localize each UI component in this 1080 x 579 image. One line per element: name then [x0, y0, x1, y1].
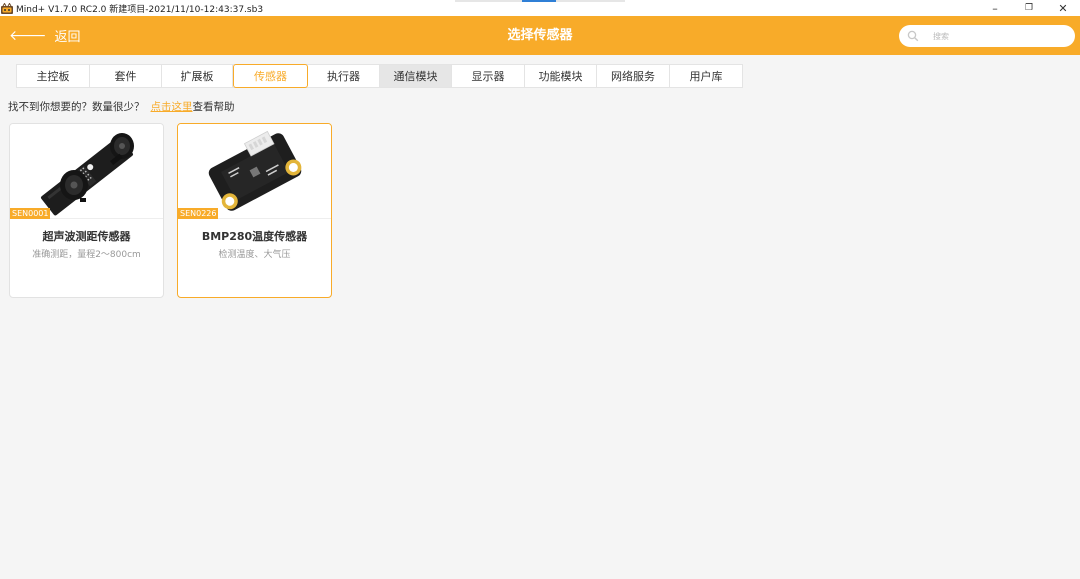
category-tabs: 主控板 套件 扩展板 传感器 执行器 通信模块 显示器 功能模块 网络服务 用户… [16, 64, 743, 88]
tab-communication[interactable]: 通信模块 [380, 65, 452, 87]
sensor-card-sen0226[interactable]: SEN0226 BMP280温度传感器 检测温度、大气压 [177, 123, 332, 298]
tab-actuators[interactable]: 执行器 [308, 65, 380, 87]
tab-kits[interactable]: 套件 [90, 65, 162, 87]
tab-main-board[interactable]: 主控板 [17, 65, 90, 87]
help-text: 找不到你想要的？数量很少？ [8, 101, 145, 113]
product-code-badge: SEN0226 [178, 208, 219, 219]
card-title: 超声波测距传感器 [42, 230, 131, 243]
ultrasonic-sensor-image [41, 133, 134, 216]
search-box[interactable] [899, 25, 1075, 47]
card-description: 准确测距，量程2～800cm [32, 250, 141, 260]
restore-button[interactable]: ❐ [1012, 0, 1046, 16]
minimize-button[interactable]: – [978, 0, 1012, 16]
product-code-badge: SEN0001 [10, 208, 51, 219]
close-button[interactable]: ✕ [1046, 0, 1080, 16]
bmp280-sensor-image [208, 130, 302, 211]
help-link[interactable]: 点击这里 [151, 101, 193, 113]
tab-displays[interactable]: 显示器 [452, 65, 525, 87]
top-progress-bar [455, 0, 625, 2]
back-label: 返回 [54, 30, 81, 45]
tab-user-library[interactable]: 用户库 [670, 65, 742, 87]
tab-sensors[interactable]: 传感器 [233, 64, 308, 88]
product-image-ultrasonic [10, 124, 163, 219]
card-description: 检测温度、大气压 [218, 250, 291, 260]
app-header: 🡐 返回 选择传感器 [0, 16, 1080, 55]
help-line: 找不到你想要的？数量很少？ 点击这里查看帮助 [8, 99, 235, 114]
tab-function-modules[interactable]: 功能模块 [525, 65, 597, 87]
window-title: Mind+ V1.7.0 RC2.0 新建项目-2021/11/10-12:43… [16, 4, 264, 15]
window-titlebar: Mind+ V1.7.0 RC2.0 新建项目-2021/11/10-12:43… [0, 0, 1080, 16]
card-title: BMP280温度传感器 [201, 230, 308, 243]
search-input[interactable] [931, 30, 1061, 42]
sensor-card-sen0001[interactable]: SEN0001 超声波测距传感器 准确测距，量程2～800cm [9, 123, 164, 298]
back-button[interactable]: 🡐 返回 [9, 26, 81, 46]
window-controls: – ❐ ✕ [978, 0, 1080, 16]
help-suffix: 查看帮助 [192, 101, 235, 113]
tab-network-services[interactable]: 网络服务 [597, 65, 670, 87]
arrow-left-icon: 🡐 [9, 27, 47, 44]
mind-plus-app-icon [1, 2, 13, 14]
product-image-bmp280 [178, 124, 331, 219]
search-icon [907, 30, 919, 42]
tab-expansion-board[interactable]: 扩展板 [162, 65, 233, 87]
